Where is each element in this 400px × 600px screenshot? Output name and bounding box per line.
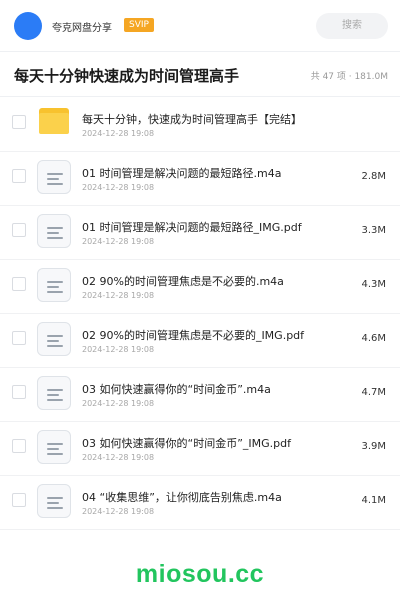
- item-name[interactable]: 03 如何快速赢得你的“时间金币”.m4a: [82, 381, 271, 397]
- file-icon: [37, 160, 71, 194]
- file-row[interactable]: 01 时间管理是解决问题的最短路径_IMG.pdf 2024-12-28 19:0…: [0, 206, 400, 260]
- item-size: 3.3M: [361, 225, 386, 236]
- folder-icon: [39, 108, 69, 134]
- item-name[interactable]: 04 “收集思维”，让你彻底告别焦虑.m4a: [82, 489, 282, 505]
- avatar[interactable]: [14, 12, 42, 40]
- select-checkbox[interactable]: [12, 115, 26, 129]
- select-checkbox[interactable]: [12, 169, 26, 183]
- item-date: 2024-12-28 19:08: [82, 453, 155, 462]
- item-size: 4.1M: [361, 495, 386, 506]
- file-row[interactable]: 02 90%的时间管理焦虑是不必要的_IMG.pdf 2024-12-28 19:…: [0, 314, 400, 368]
- item-date: 2024-12-28 19:08: [82, 237, 155, 246]
- item-date: 2024-12-28 19:08: [82, 129, 155, 138]
- file-list: 每天十分钟，快速成为时间管理高手【完结】 2024-12-28 19:08 01 时…: [0, 98, 400, 530]
- file-icon: [37, 268, 71, 302]
- file-icon: [37, 376, 71, 410]
- folder-row[interactable]: 每天十分钟，快速成为时间管理高手【完结】 2024-12-28 19:08: [0, 98, 400, 152]
- item-size: 4.6M: [361, 333, 386, 344]
- select-checkbox[interactable]: [12, 331, 26, 345]
- item-date: 2024-12-28 19:08: [82, 507, 155, 516]
- item-name[interactable]: 02 90%的时间管理焦虑是不必要的.m4a: [82, 273, 284, 289]
- item-date: 2024-12-28 19:08: [82, 345, 155, 354]
- item-name[interactable]: 03 如何快速赢得你的“时间金币”_IMG.pdf: [82, 435, 291, 451]
- file-row[interactable]: 04 “收集思维”，让你彻底告别焦虑.m4a 2024-12-28 19:08 4.…: [0, 476, 400, 530]
- file-icon: [37, 430, 71, 464]
- item-size: 4.7M: [361, 387, 386, 398]
- item-date: 2024-12-28 19:08: [82, 183, 155, 192]
- app-name: 夸克网盘分享: [52, 23, 112, 34]
- item-name[interactable]: 01 时间管理是解决问题的最短路径.m4a: [82, 165, 281, 181]
- select-checkbox[interactable]: [12, 277, 26, 291]
- item-date: 2024-12-28 19:08: [82, 399, 155, 408]
- file-row[interactable]: 03 如何快速赢得你的“时间金币”_IMG.pdf 2024-12-28 19:0…: [0, 422, 400, 476]
- item-name[interactable]: 每天十分钟，快速成为时间管理高手【完结】: [82, 111, 302, 127]
- item-name[interactable]: 02 90%的时间管理焦虑是不必要的_IMG.pdf: [82, 327, 304, 343]
- file-row[interactable]: 02 90%的时间管理焦虑是不必要的.m4a 2024-12-28 19:08 4.…: [0, 260, 400, 314]
- select-checkbox[interactable]: [12, 223, 26, 237]
- file-icon: [37, 214, 71, 248]
- item-size: 4.3M: [361, 279, 386, 290]
- folder-title-bar: 每天十分钟快速成为时间管理高手 共 47 项 · 181.0M: [0, 53, 400, 97]
- svip-badge: SVIP: [124, 18, 154, 32]
- select-checkbox[interactable]: [12, 439, 26, 453]
- footer: miosou.cc: [0, 548, 400, 600]
- page-title: 每天十分钟快速成为时间管理高手: [14, 67, 240, 85]
- select-checkbox[interactable]: [12, 493, 26, 507]
- file-row[interactable]: 03 如何快速赢得你的“时间金币”.m4a 2024-12-28 19:08 4.7…: [0, 368, 400, 422]
- item-size: 3.9M: [361, 441, 386, 452]
- item-size: 2.8M: [361, 171, 386, 182]
- file-row[interactable]: 01 时间管理是解决问题的最短路径.m4a 2024-12-28 19:08 2.8…: [0, 152, 400, 206]
- select-checkbox[interactable]: [12, 385, 26, 399]
- folder-meta: 共 47 项 · 181.0M: [310, 72, 388, 82]
- brand-logo: miosou.cc: [135, 560, 265, 588]
- search-input[interactable]: 搜索: [316, 13, 388, 39]
- file-icon: [37, 322, 71, 356]
- item-date: 2024-12-28 19:08: [82, 291, 155, 300]
- item-name[interactable]: 01 时间管理是解决问题的最短路径_IMG.pdf: [82, 219, 302, 235]
- app-header: 夸克网盘分享 SVIP 搜索: [0, 0, 400, 52]
- file-icon: [37, 484, 71, 518]
